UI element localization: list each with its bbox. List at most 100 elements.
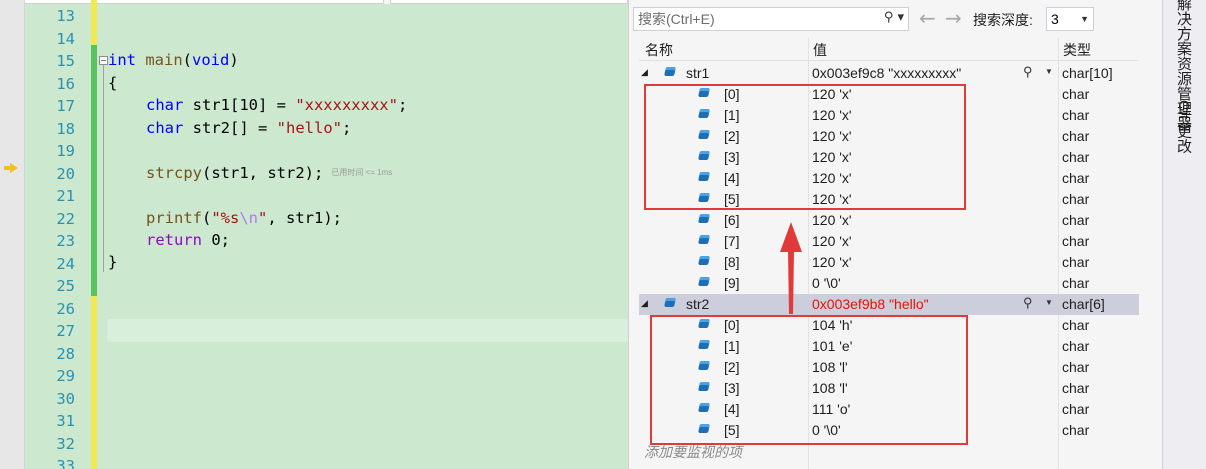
line-number: 18 xyxy=(56,119,75,138)
search-depth-value: 3 xyxy=(1051,11,1059,27)
watch-name: str2 xyxy=(686,296,710,312)
code-line-18[interactable]: char str2[] = "hello"; xyxy=(146,117,351,140)
watch-element-row[interactable]: [6] 120 'x' char xyxy=(639,210,1139,231)
search-input[interactable]: 搜索(Ctrl+E) ⚲ ▾ xyxy=(633,7,909,31)
watch-type: char xyxy=(1062,422,1090,438)
watch-type: char xyxy=(1062,275,1090,291)
line-number: 13 xyxy=(56,7,75,25)
watch-type: char xyxy=(1062,233,1090,249)
code-text: str2[] = xyxy=(183,119,277,137)
line-number: 26 xyxy=(56,299,75,318)
code-line-20[interactable]: strcpy(str1, str2); 已用时间 <= 1ms xyxy=(146,162,392,185)
saved-change-marker xyxy=(91,45,97,296)
variable-cube-icon xyxy=(664,298,676,307)
escape-sequence: \n xyxy=(239,209,259,227)
watch-type: char xyxy=(1062,149,1090,165)
keyword: char xyxy=(146,119,184,137)
code-text: ( xyxy=(202,209,212,227)
code-text: , str1); xyxy=(267,209,343,227)
watch-type: char xyxy=(1062,254,1090,270)
code-text: } xyxy=(108,253,118,271)
add-watch-item[interactable]: 添加要监视的项 xyxy=(644,442,742,462)
search-forward-arrow-icon[interactable]: → xyxy=(945,8,962,28)
watch-name: [9] xyxy=(724,275,740,291)
function-name: strcpy xyxy=(146,164,202,182)
current-statement-arrow-icon xyxy=(4,163,18,173)
search-back-arrow-icon[interactable]: ← xyxy=(919,8,936,28)
text-visualizer-magnifier-icon[interactable]: ⚲ xyxy=(1023,64,1033,80)
code-text: ; xyxy=(397,96,408,114)
chevron-down-icon[interactable]: ▼ xyxy=(1045,67,1053,76)
editor-top-segment xyxy=(390,0,628,4)
column-header-type[interactable]: 类型 xyxy=(1063,40,1091,60)
editor-top-segment xyxy=(22,0,384,4)
fold-collapse-icon[interactable]: − xyxy=(99,56,108,65)
variable-cube-icon xyxy=(698,214,710,223)
variable-cube-icon xyxy=(698,256,710,265)
annotation-box-str2 xyxy=(650,315,968,445)
search-placeholder: 搜索(Ctrl+E) xyxy=(638,11,715,27)
collapse-triangle-icon[interactable]: ◢ xyxy=(641,298,648,309)
watch-value[interactable]: 0x003ef9b8 "hello" xyxy=(812,296,929,312)
code-line-16[interactable]: { xyxy=(108,72,117,95)
text-visualizer-magnifier-icon[interactable]: ⚲ xyxy=(1023,295,1033,311)
elapsed-time-hint[interactable]: 已用时间 <= 1ms xyxy=(331,168,392,177)
watch-header: 名称 值 类型 xyxy=(639,38,1139,61)
watch-value[interactable]: 120 'x' xyxy=(812,254,852,270)
watch-element-row[interactable]: [8] 120 'x' char xyxy=(639,252,1139,273)
search-depth-select[interactable]: 3 ▼ xyxy=(1046,7,1094,31)
code-text: (str1, str2); xyxy=(202,164,324,182)
variable-cube-icon xyxy=(664,67,676,76)
column-header-value[interactable]: 值 xyxy=(813,40,827,60)
watch-value[interactable]: 0 '\0' xyxy=(812,275,841,291)
code-line-23[interactable]: return 0; xyxy=(146,229,230,252)
watch-value[interactable]: 120 'x' xyxy=(812,212,852,228)
watch-variable-row[interactable]: ◢ str1 0x003ef9c8 "xxxxxxxxx" ⚲ ▼ char[10] xyxy=(639,63,1139,84)
line-number: 28 xyxy=(56,344,75,363)
code-line-22[interactable]: printf("%s\n", str1); xyxy=(146,207,342,230)
magnifier-icon[interactable]: ⚲ ▾ xyxy=(884,10,904,25)
watch-type: char xyxy=(1062,86,1090,102)
line-number: 31 xyxy=(56,412,75,430)
tab-git-changes[interactable]: Git 更改 xyxy=(1173,100,1194,153)
watch-type: char xyxy=(1062,338,1090,354)
watch-type: char xyxy=(1062,128,1090,144)
chevron-down-icon: ▼ xyxy=(1080,14,1089,24)
collapse-triangle-icon[interactable]: ◢ xyxy=(641,67,648,78)
code-text: ( xyxy=(182,51,193,69)
line-number: 15 xyxy=(56,52,75,70)
line-number: 21 xyxy=(56,187,75,205)
code-editor[interactable]: 13 14 15 16 17 18 19 20 21 22 23 24 25 26 27 28 29 30 31 32… xyxy=(0,0,628,469)
string-literal: "xxxxxxxxx" xyxy=(295,96,398,114)
code-line-15[interactable]: int main(void) xyxy=(108,49,239,72)
code-line-24[interactable]: } xyxy=(108,251,117,274)
code-line-17[interactable]: char str1[10] = "xxxxxxxxx"; xyxy=(146,94,407,117)
watch-value[interactable]: 0x003ef9c8 "xxxxxxxxx" xyxy=(812,65,961,81)
watch-value[interactable]: 120 'x' xyxy=(812,233,852,249)
search-depth-label: 搜索深度: xyxy=(973,12,1033,28)
watch-name: [7] xyxy=(724,233,740,249)
chevron-down-icon[interactable]: ▼ xyxy=(1045,298,1053,307)
watch-variable-row[interactable]: ◢ str2 0x003ef9b8 "hello" ⚲ ▼ char[6] xyxy=(639,294,1139,315)
watch-type: char xyxy=(1062,212,1090,228)
variable-cube-icon xyxy=(698,235,710,244)
column-header-name[interactable]: 名称 xyxy=(645,40,673,60)
watch-type: char xyxy=(1062,170,1090,186)
function-name: printf xyxy=(146,209,202,227)
annotation-up-arrow-icon xyxy=(780,222,802,314)
watch-type: char xyxy=(1062,380,1090,396)
glyph-margin[interactable] xyxy=(0,0,25,469)
line-number: 19 xyxy=(56,142,75,160)
annotation-box-str1 xyxy=(644,84,966,210)
line-number: 23 xyxy=(56,232,75,250)
line-number: 22 xyxy=(56,209,75,228)
line-number: 29 xyxy=(56,367,75,385)
line-number: 27 xyxy=(56,322,75,340)
watch-name: [6] xyxy=(724,212,740,228)
keyword: int xyxy=(108,51,136,69)
watch-element-row[interactable]: [7] 120 'x' char xyxy=(639,231,1139,252)
variable-cube-icon xyxy=(698,277,710,286)
keyword: return xyxy=(146,231,202,249)
watch-element-row[interactable]: [9] 0 '\0' char xyxy=(639,273,1139,294)
code-text: ; xyxy=(341,119,352,137)
